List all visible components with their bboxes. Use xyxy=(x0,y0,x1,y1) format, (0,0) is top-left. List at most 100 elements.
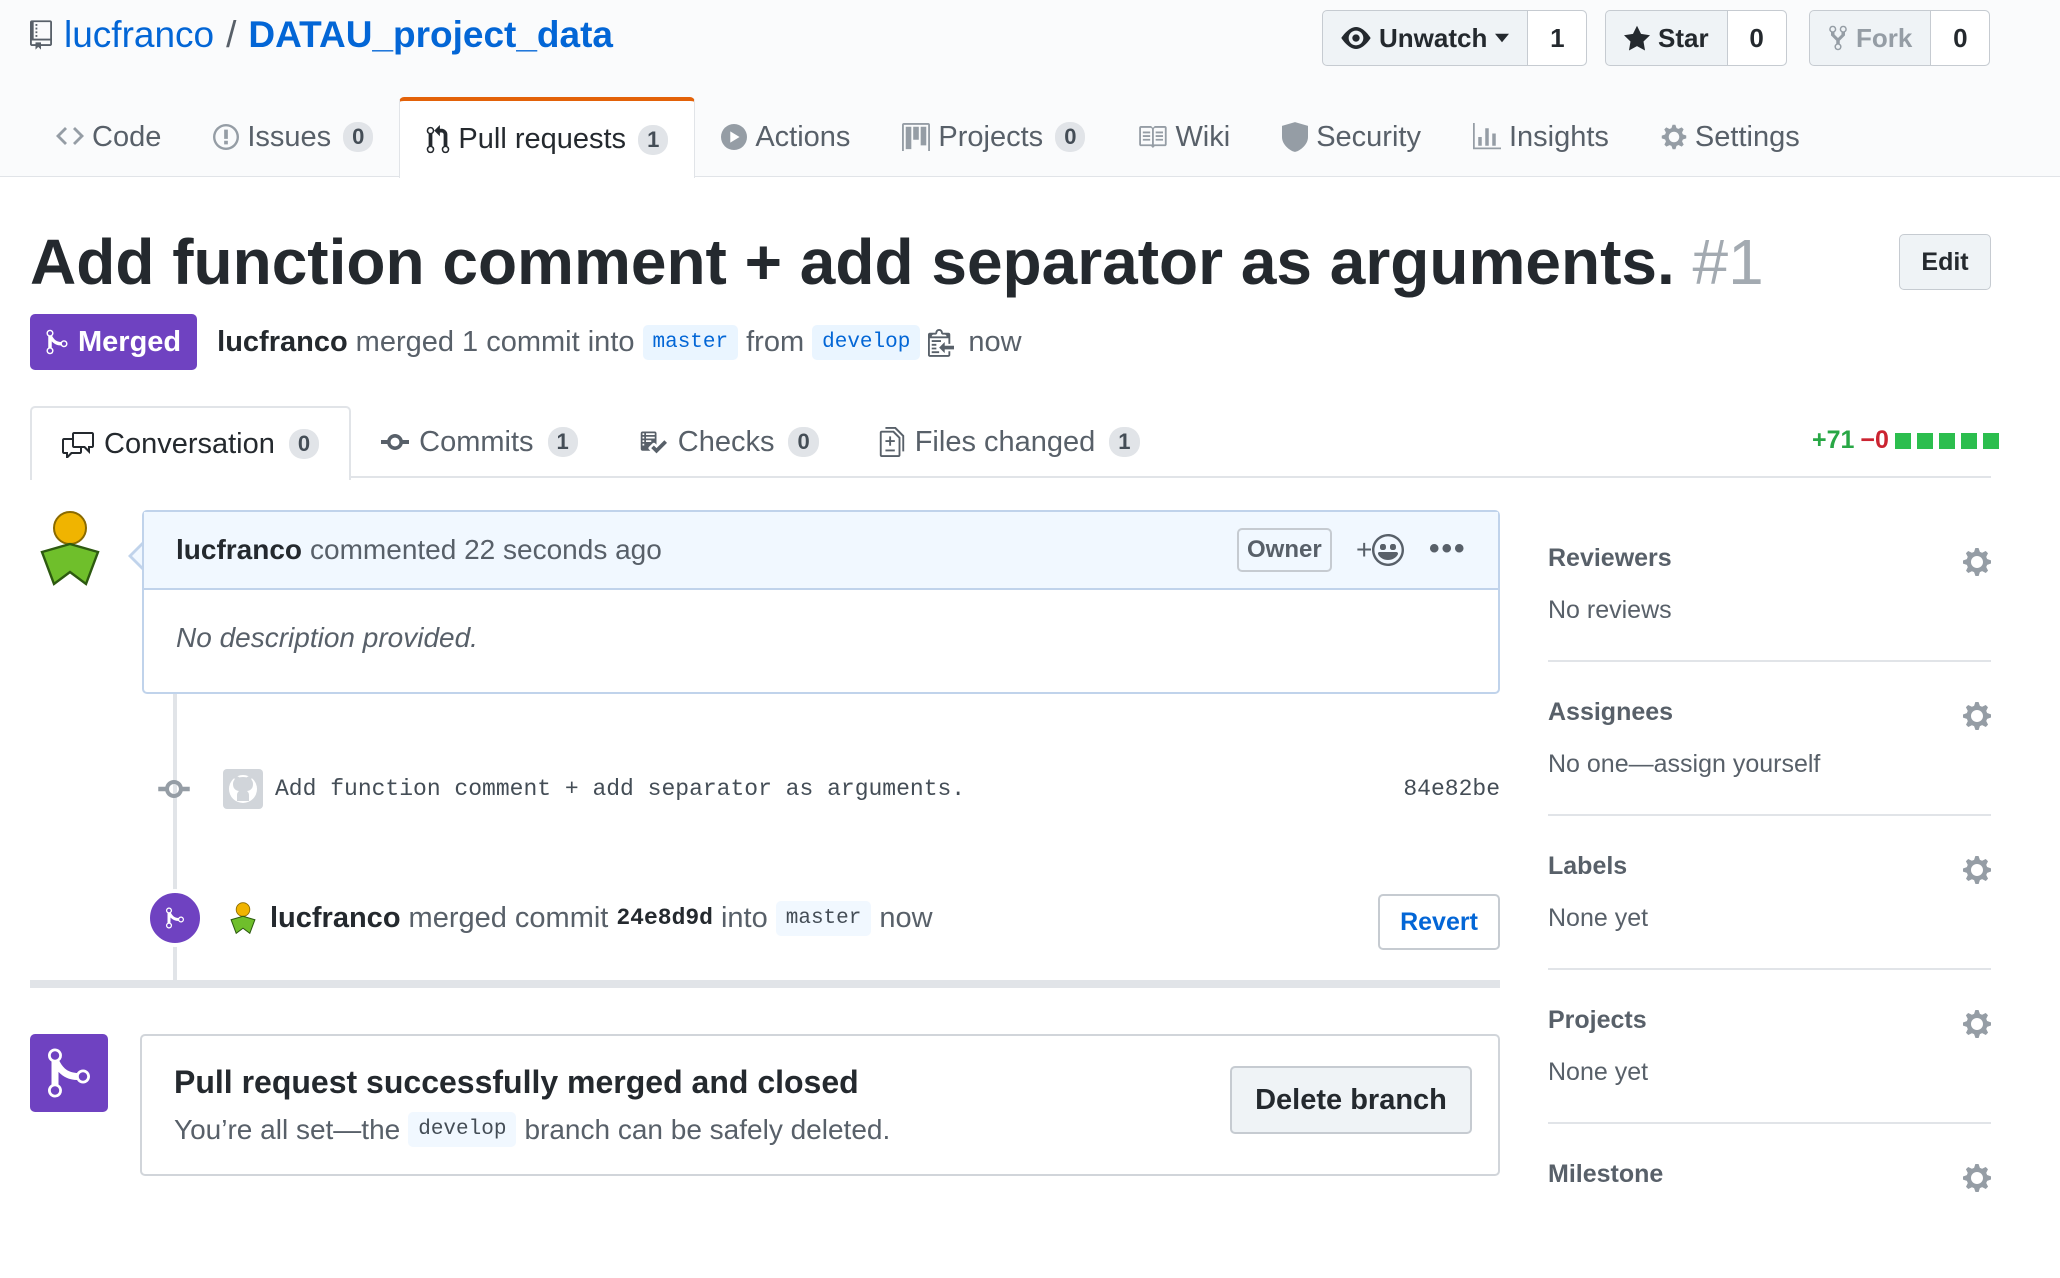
tab-label: Actions xyxy=(755,120,851,153)
merged-status-text: You’re all set—the develop branch can be… xyxy=(174,1112,890,1147)
merge-event-time[interactable]: now xyxy=(879,902,932,935)
watch-button-group: Unwatch 1 xyxy=(1322,10,1588,66)
tab-settings[interactable]: Settings xyxy=(1635,97,1826,177)
issue-icon xyxy=(213,124,240,150)
sidebar-assignees: Assignees No one—assign yourself xyxy=(1548,662,1991,816)
merge-base-branch[interactable]: master xyxy=(775,900,872,936)
tab-pull-requests[interactable]: Pull requests 1 xyxy=(399,97,696,178)
pr-description-comment: lucfranco commented 22 seconds ago Owner… xyxy=(142,510,1500,694)
forks-count[interactable]: 0 xyxy=(1931,11,1990,65)
repo-name-link[interactable]: DATAU_project_data xyxy=(248,12,613,58)
merged-status-prefix: You’re all set—the xyxy=(174,1113,401,1145)
tab-label: Code xyxy=(92,120,162,153)
merge-event-badge xyxy=(146,889,204,947)
tab-security[interactable]: Security xyxy=(1256,97,1447,177)
author-avatar[interactable] xyxy=(30,508,110,588)
tab-issues[interactable]: Issues 0 xyxy=(187,97,399,177)
tab-projects[interactable]: Projects 0 xyxy=(876,97,1111,177)
edit-title-button[interactable]: Edit xyxy=(1899,234,1991,290)
deletable-branch[interactable]: develop xyxy=(408,1112,517,1147)
merge-commit-sha[interactable]: 24e8d9d xyxy=(616,905,713,931)
comment-timestamp[interactable]: commented 22 seconds ago xyxy=(310,534,662,566)
subtab-label: Files changed xyxy=(914,425,1096,458)
comment-author-link[interactable]: lucfranco xyxy=(176,534,302,566)
stars-count[interactable]: 0 xyxy=(1727,11,1786,65)
pr-author-link[interactable]: lucfranco xyxy=(217,326,348,359)
commit-message-link[interactable]: Add function comment + add separator as … xyxy=(275,776,965,802)
caret-down-icon xyxy=(1495,33,1510,43)
commit-icon xyxy=(381,433,410,451)
tab-checks[interactable]: Checks 0 xyxy=(608,406,849,478)
comment-discussion-icon xyxy=(62,430,94,458)
merged-status-icon-box xyxy=(30,1034,108,1112)
play-icon xyxy=(721,124,748,150)
repo-separator: / xyxy=(226,14,237,55)
sidebar-value: None yet xyxy=(1548,1058,1649,1086)
tab-actions[interactable]: Actions xyxy=(695,97,876,177)
merger-avatar[interactable] xyxy=(226,897,260,939)
commit-author-avatar[interactable] xyxy=(223,769,263,809)
commit-icon xyxy=(155,780,193,798)
diffstat: +71 −0 xyxy=(1812,426,1999,455)
gear-icon[interactable] xyxy=(1963,854,1991,886)
checklist-icon xyxy=(638,428,668,456)
star-button[interactable]: Star xyxy=(1606,11,1728,65)
checks-counter: 0 xyxy=(788,427,819,457)
merged-commit-text: merged commit xyxy=(408,901,609,934)
fork-label: Fork xyxy=(1856,22,1913,53)
commit-sha-link[interactable]: 84e82be xyxy=(1403,776,1500,802)
from-text: from xyxy=(746,325,805,358)
pr-title-text: Add function comment + add separator as … xyxy=(30,226,1675,298)
unwatch-button[interactable]: Unwatch xyxy=(1323,11,1529,65)
tab-label: Projects xyxy=(938,120,1044,153)
diffstat-block xyxy=(1894,432,1911,449)
tab-label: Wiki xyxy=(1175,120,1231,153)
sidebar-value[interactable]: No one—assign yourself xyxy=(1548,750,1820,779)
tab-code[interactable]: Code xyxy=(30,97,187,177)
tab-commits[interactable]: Commits 1 xyxy=(351,406,608,478)
repo-owner-link[interactable]: lucfranco xyxy=(64,12,214,58)
pull-requests-counter: 1 xyxy=(638,124,669,155)
owner-badge: Owner xyxy=(1237,528,1332,572)
tab-insights[interactable]: Insights xyxy=(1447,97,1635,177)
pr-sidebar: Reviewers No reviews Assignees No one—as… xyxy=(1548,508,1991,1278)
tab-label: Issues xyxy=(247,120,332,153)
fork-button-group: Fork 0 xyxy=(1809,10,1991,66)
add-reaction-button[interactable]: + xyxy=(1356,534,1405,566)
issues-counter: 0 xyxy=(343,122,374,152)
sidebar-heading: Projects xyxy=(1548,1006,1647,1034)
tab-wiki[interactable]: Wiki xyxy=(1111,97,1256,177)
sidebar-heading: Reviewers xyxy=(1548,544,1672,572)
watchers-count[interactable]: 1 xyxy=(1528,11,1587,65)
comment-menu-button[interactable]: ••• xyxy=(1429,532,1467,566)
sidebar-value: None yet xyxy=(1548,904,1649,932)
comment-body: No description provided. xyxy=(176,622,478,653)
repo-icon xyxy=(30,20,52,50)
diffstat-block xyxy=(1982,432,1999,449)
shield-icon xyxy=(1282,122,1309,152)
delete-branch-button[interactable]: Delete branch xyxy=(1230,1066,1472,1134)
gear-icon[interactable] xyxy=(1963,546,1991,578)
sidebar-heading: Milestone xyxy=(1548,1160,1664,1188)
tab-files-changed[interactable]: Files changed 1 xyxy=(849,406,1170,478)
gear-icon[interactable] xyxy=(1963,1162,1991,1194)
subtab-label: Commits xyxy=(419,425,534,458)
base-branch[interactable]: master xyxy=(642,324,739,360)
deletions-count: −0 xyxy=(1860,426,1889,454)
gear-icon xyxy=(1661,123,1687,151)
fork-icon xyxy=(1828,24,1848,52)
clippy-icon[interactable] xyxy=(928,327,955,357)
gear-icon[interactable] xyxy=(1963,1008,1991,1040)
merger-link[interactable]: lucfranco xyxy=(270,902,401,935)
merge-time: now xyxy=(968,325,1022,358)
tab-conversation[interactable]: Conversation 0 xyxy=(30,406,352,480)
star-label: Star xyxy=(1658,22,1709,53)
subtab-label: Conversation xyxy=(104,427,275,460)
conversation-counter: 0 xyxy=(288,429,320,459)
fork-button[interactable]: Fork xyxy=(1810,11,1932,65)
graph-icon xyxy=(1472,123,1501,151)
head-branch[interactable]: develop xyxy=(812,324,921,360)
revert-button[interactable]: Revert xyxy=(1378,894,1500,950)
gear-icon[interactable] xyxy=(1963,700,1991,732)
sidebar-heading: Assignees xyxy=(1548,698,1674,726)
